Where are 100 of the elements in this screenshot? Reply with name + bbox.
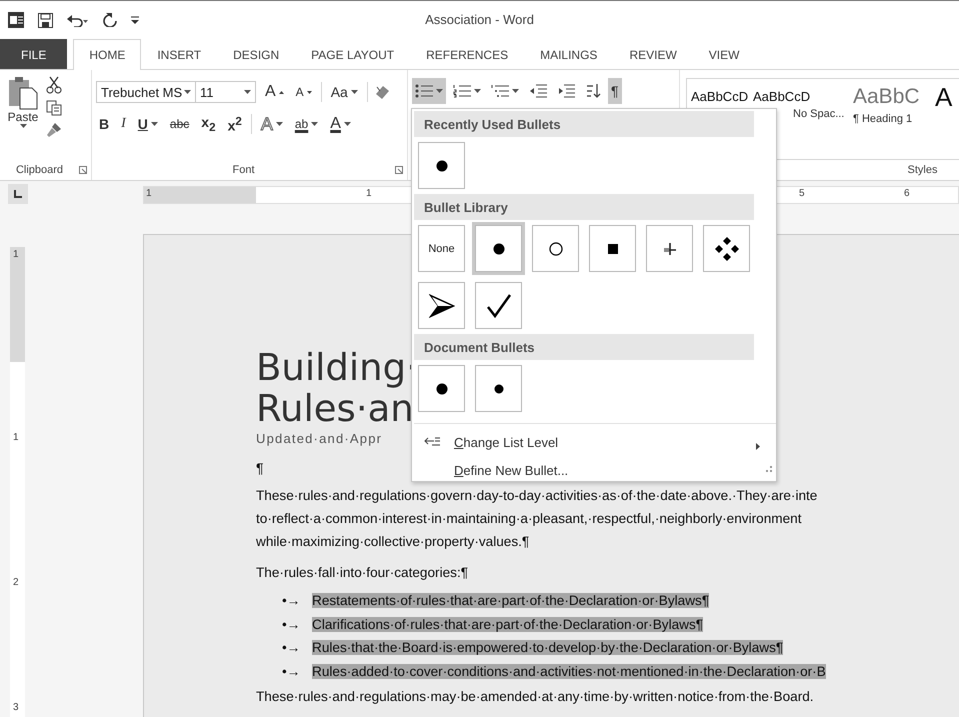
dialog-launcher-icon bbox=[79, 166, 87, 174]
square-icon bbox=[608, 244, 618, 254]
eraser-icon bbox=[374, 84, 390, 100]
menu-item[interactable]: Define New Bullet... bbox=[414, 456, 774, 484]
section-header: Recently Used Bullets bbox=[414, 111, 754, 137]
tab-selector[interactable] bbox=[8, 184, 28, 204]
bullet-dot-icon bbox=[492, 242, 504, 254]
ribbon-tab[interactable]: VIEW bbox=[692, 39, 756, 69]
caret-icon bbox=[276, 122, 283, 126]
format-button[interactable]: ab bbox=[292, 112, 322, 136]
format-button[interactable]: U bbox=[134, 112, 161, 136]
caret-icon bbox=[311, 122, 318, 126]
caret-icon bbox=[512, 89, 519, 93]
caret-icon bbox=[184, 90, 191, 94]
body-paragraph: The·rules·fall·into·four·categories:¶ bbox=[256, 564, 470, 582]
show-marks-button[interactable]: ¶ bbox=[608, 78, 622, 104]
numbered-list-icon bbox=[453, 84, 471, 98]
sort-icon bbox=[585, 83, 601, 99]
clipboard-icon bbox=[8, 76, 38, 110]
paragraph-button[interactable] bbox=[412, 78, 446, 104]
document-title: Rules·an bbox=[256, 387, 414, 430]
ribbon-tab[interactable]: REFERENCES bbox=[410, 39, 524, 69]
body-paragraph: These·rules·and·regulations·may·be·amended·at·any·time·by·written·notice·from·the·Board. bbox=[256, 688, 815, 706]
bullet-option[interactable] bbox=[418, 142, 465, 189]
body-paragraph: These·rules·and·regulations·govern·day-to-day·activities·as·of·the·date·above.·They·are·inte to·reflect·a·common·interest·in·maintaining·a·pleasant,·respectful,·neighborly·environment while·maximizing·collective·property·values.¶ bbox=[256, 487, 818, 551]
caret-icon bbox=[20, 124, 26, 128]
cross-icon bbox=[662, 242, 676, 256]
style-preset[interactable]: AaBbC ¶ Heading 1 bbox=[853, 89, 931, 159]
redo-icon bbox=[103, 13, 117, 27]
bullet-option[interactable] bbox=[475, 282, 522, 329]
caret-up-icon bbox=[278, 90, 284, 94]
caret-down-icon bbox=[306, 90, 312, 94]
list-level-icon bbox=[424, 436, 440, 448]
bullet-option[interactable] bbox=[703, 225, 750, 272]
font-name-field[interactable]: Trebuchet MS bbox=[96, 81, 196, 103]
copy-icon bbox=[46, 100, 62, 116]
grow-font-button[interactable]: A bbox=[262, 80, 287, 104]
style-preset[interactable]: A bbox=[935, 89, 957, 159]
bullet-marker: •→ bbox=[282, 640, 302, 656]
ribbon-tab[interactable]: MAILINGS bbox=[524, 39, 614, 69]
bullet-option[interactable] bbox=[475, 225, 522, 272]
style-preset[interactable]: AaBbCcD No Spac... bbox=[753, 89, 849, 159]
format-button[interactable]: x$_{2}$ bbox=[198, 112, 219, 136]
list-item: Rules·that·the·Board·is·empowered·to·develop·by·the·Declaration·or·Bylaws¶ bbox=[312, 640, 784, 656]
checkmark-icon bbox=[486, 292, 512, 318]
bullet-list-icon bbox=[415, 84, 433, 98]
list-item: Restatements·of·rules·that·are·part·of·the·Declaration·or·Bylaws¶ bbox=[312, 593, 710, 608]
caret-icon bbox=[150, 122, 158, 126]
arrowhead-icon bbox=[428, 294, 454, 318]
submenu-arrow-icon bbox=[756, 443, 760, 450]
bullet-option[interactable]: None bbox=[418, 225, 465, 272]
format-button[interactable]: A bbox=[327, 112, 354, 136]
bullet-option[interactable] bbox=[418, 282, 465, 329]
dialog-launcher-icon bbox=[395, 166, 403, 174]
section-header: Document Bullets bbox=[414, 334, 754, 360]
app-logo-icon bbox=[8, 12, 24, 28]
window-title: Association - Word bbox=[425, 12, 534, 27]
resize-grip-icon bbox=[766, 466, 772, 472]
tab-stop-icon bbox=[14, 190, 22, 198]
ribbon-tab[interactable]: REVIEW bbox=[613, 39, 693, 69]
increase-indent-icon bbox=[557, 84, 575, 98]
bullet-dot-icon bbox=[436, 382, 448, 394]
bullet-marker: •→ bbox=[282, 664, 302, 679]
font-size-field[interactable]: 11 bbox=[196, 81, 256, 103]
format-button[interactable]: x$^{2}$ bbox=[224, 112, 245, 136]
format-button[interactable]: abc bbox=[166, 112, 192, 136]
bullet-option[interactable] bbox=[589, 225, 636, 272]
ribbon-tab[interactable]: PAGE LAYOUT bbox=[295, 39, 410, 69]
group-label: Styles bbox=[906, 164, 938, 176]
shrink-font-button[interactable]: A bbox=[292, 80, 315, 104]
undo-icon bbox=[67, 13, 89, 27]
ribbon-tab[interactable]: DESIGN bbox=[217, 39, 296, 69]
hollow-circle-icon bbox=[548, 242, 562, 256]
brush-icon bbox=[46, 122, 62, 138]
menu-item[interactable]: Change List Level bbox=[414, 428, 774, 456]
list-item: Clarifications·of·rules·that·are·part·of·the·Declaration·or·Bylaws¶ bbox=[312, 616, 704, 632]
caret-icon bbox=[344, 122, 351, 126]
bullet-option[interactable] bbox=[475, 365, 522, 412]
scissors-icon bbox=[46, 76, 62, 94]
format-button[interactable]: B bbox=[96, 112, 112, 136]
bullet-option[interactable] bbox=[418, 365, 465, 412]
paragraph-mark: ¶ bbox=[256, 460, 264, 476]
file-tab[interactable]: FILE bbox=[0, 39, 68, 69]
bullet-marker: •→ bbox=[282, 593, 302, 608]
ribbon-tab[interactable]: HOME bbox=[73, 39, 142, 70]
change-case-button[interactable]: Aa bbox=[328, 80, 361, 104]
format-button[interactable]: I bbox=[118, 112, 129, 136]
caret-icon bbox=[436, 89, 443, 93]
paste-button[interactable]: Paste bbox=[4, 74, 42, 160]
decrease-indent-icon bbox=[529, 84, 547, 98]
customize-icon bbox=[131, 16, 139, 24]
group-label: Clipboard bbox=[14, 164, 64, 176]
diamonds-icon bbox=[714, 236, 740, 262]
bullet-marker: •→ bbox=[282, 616, 302, 632]
bullet-dot-icon bbox=[436, 160, 448, 172]
ribbon-tab[interactable]: INSERT bbox=[141, 39, 218, 69]
caret-icon bbox=[474, 89, 481, 93]
section-header: Bullet Library bbox=[414, 194, 754, 220]
save-icon bbox=[38, 12, 53, 28]
caret-icon bbox=[244, 90, 251, 94]
